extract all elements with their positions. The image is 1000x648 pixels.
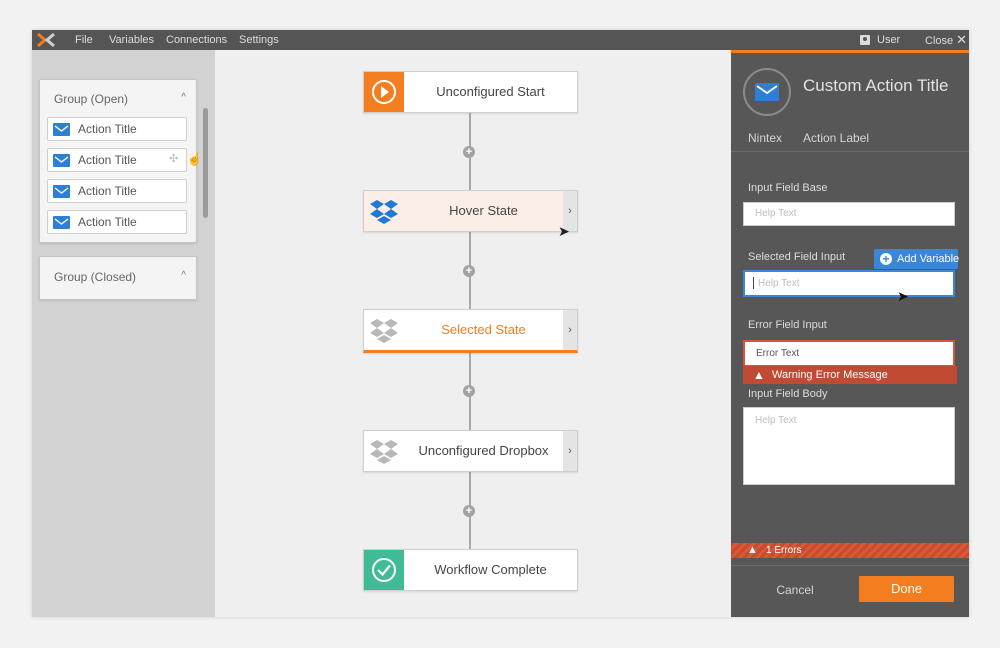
play-icon [364,72,404,112]
envelope-icon [755,83,779,101]
action-item-label: Action Title [78,153,137,167]
action-item-label: Action Title [78,215,137,229]
node-label: Selected State [441,322,526,337]
divider [731,565,969,566]
group-open-title: Group (Open) [54,92,129,106]
chevron-up-icon[interactable]: ^ [181,270,186,281]
input-field-body[interactable]: Help Text [743,407,955,485]
dropbox-icon [364,310,404,350]
add-step-icon[interactable]: + [463,505,475,517]
node-unconfigured-start[interactable]: Unconfigured Start [363,71,578,113]
menu-file[interactable]: File [75,30,93,50]
add-variable-button[interactable]: + Add Variable [874,249,960,269]
done-button[interactable]: Done [859,576,954,602]
field-label-body: Input Field Body [748,388,828,400]
close-label: Close [925,35,954,47]
node-label: Unconfigured Start [436,84,545,99]
sidebar-scrollbar[interactable] [203,108,208,218]
close-icon: ✕ [956,32,968,47]
plus-circle-icon: + [880,253,892,265]
mouse-pointer-icon: ➤ [897,288,909,304]
move-icon[interactable]: ✣ [169,152,178,165]
selected-field-placeholder: Help Text [758,278,800,289]
group-closed[interactable]: Group (Closed) ^ [39,256,197,300]
user-label: User [877,34,901,46]
field-label-selected: Selected Field Input [748,251,846,263]
app-window: File Variables Connections Settings User… [32,30,969,617]
action-item[interactable]: Action Title [47,179,187,203]
errors-summary-bar[interactable]: ▲ 1 Errors [731,543,969,558]
field-label-error: Error Field Input [748,319,827,331]
add-step-icon[interactable]: + [463,385,475,397]
user-icon [860,35,870,45]
node-label: Unconfigured Dropbox [418,443,549,458]
action-item[interactable]: Action Title [47,117,187,141]
panel-title[interactable]: Custom Action Title [803,75,953,96]
menu-variables[interactable]: Variables [109,30,154,50]
chevron-up-icon[interactable]: ^ [181,92,186,103]
menu-settings[interactable]: Settings [239,30,279,50]
envelope-icon [53,154,70,167]
panel-accent-bar [731,50,969,53]
warning-icon: ▲ [747,544,758,556]
node-unconfigured-dropbox[interactable]: Unconfigured Dropbox › [363,430,578,472]
envelope-icon [53,123,70,136]
panel-subtitle-nintex: Nintex [748,131,783,145]
mouse-pointer-icon: ➤ [558,223,570,239]
envelope-icon [53,185,70,198]
add-variable-label: Add Variable [897,253,960,265]
action-item[interactable]: Action Title ✣ ☝ [47,148,202,172]
warning-icon: ▲ [753,368,765,382]
action-toolbox: Group (Open) ^ Action Title Action Title… [32,50,215,617]
error-message-bar: ▲ Warning Error Message [743,366,957,384]
hand-cursor-icon: ☝ [187,152,202,166]
action-item-label: Action Title [78,184,137,198]
chevron-right-icon[interactable]: › [563,431,577,471]
chevron-right-icon[interactable]: › [563,310,577,350]
node-label: Workflow Complete [434,562,547,577]
panel-action-label: Action Label [803,131,870,145]
add-step-icon[interactable]: + [463,265,475,277]
group-closed-title: Group (Closed) [54,270,137,284]
node-label: Hover State [449,203,518,218]
node-hover-state[interactable]: Hover State › [363,190,578,232]
add-step-icon[interactable]: + [463,146,475,158]
errors-count: 1 Errors [766,545,802,556]
check-icon [364,550,404,590]
close-button[interactable]: Close ✕ [925,30,967,50]
workflow-canvas[interactable]: + + + + Unconfigured Start Hover State › [215,50,731,617]
input-field-error[interactable]: Error Text [743,340,955,367]
group-open: Group (Open) ^ Action Title Action Title… [39,79,202,243]
action-config-panel: Custom Action Title Nintex Action Label … [731,50,969,617]
dropbox-icon [364,191,404,231]
cancel-button[interactable]: Cancel [769,580,821,600]
error-message: Warning Error Message [772,369,888,381]
node-workflow-complete[interactable]: Workflow Complete [363,549,578,591]
input-field-base[interactable]: Help Text [743,202,955,226]
divider [731,151,969,152]
nintex-logo-icon[interactable] [37,32,55,48]
menu-connections[interactable]: Connections [166,30,227,50]
action-avatar [743,68,791,116]
top-menu-bar: File Variables Connections Settings User… [32,30,969,50]
text-caret [753,277,754,289]
field-label-base: Input Field Base [748,182,828,194]
node-selected-state[interactable]: Selected State › [363,309,578,353]
action-item-label: Action Title [78,122,137,136]
input-field-selected[interactable]: Help Text [743,270,955,297]
action-item[interactable]: Action Title [47,210,187,234]
dropbox-icon [364,431,404,471]
envelope-icon [53,216,70,229]
